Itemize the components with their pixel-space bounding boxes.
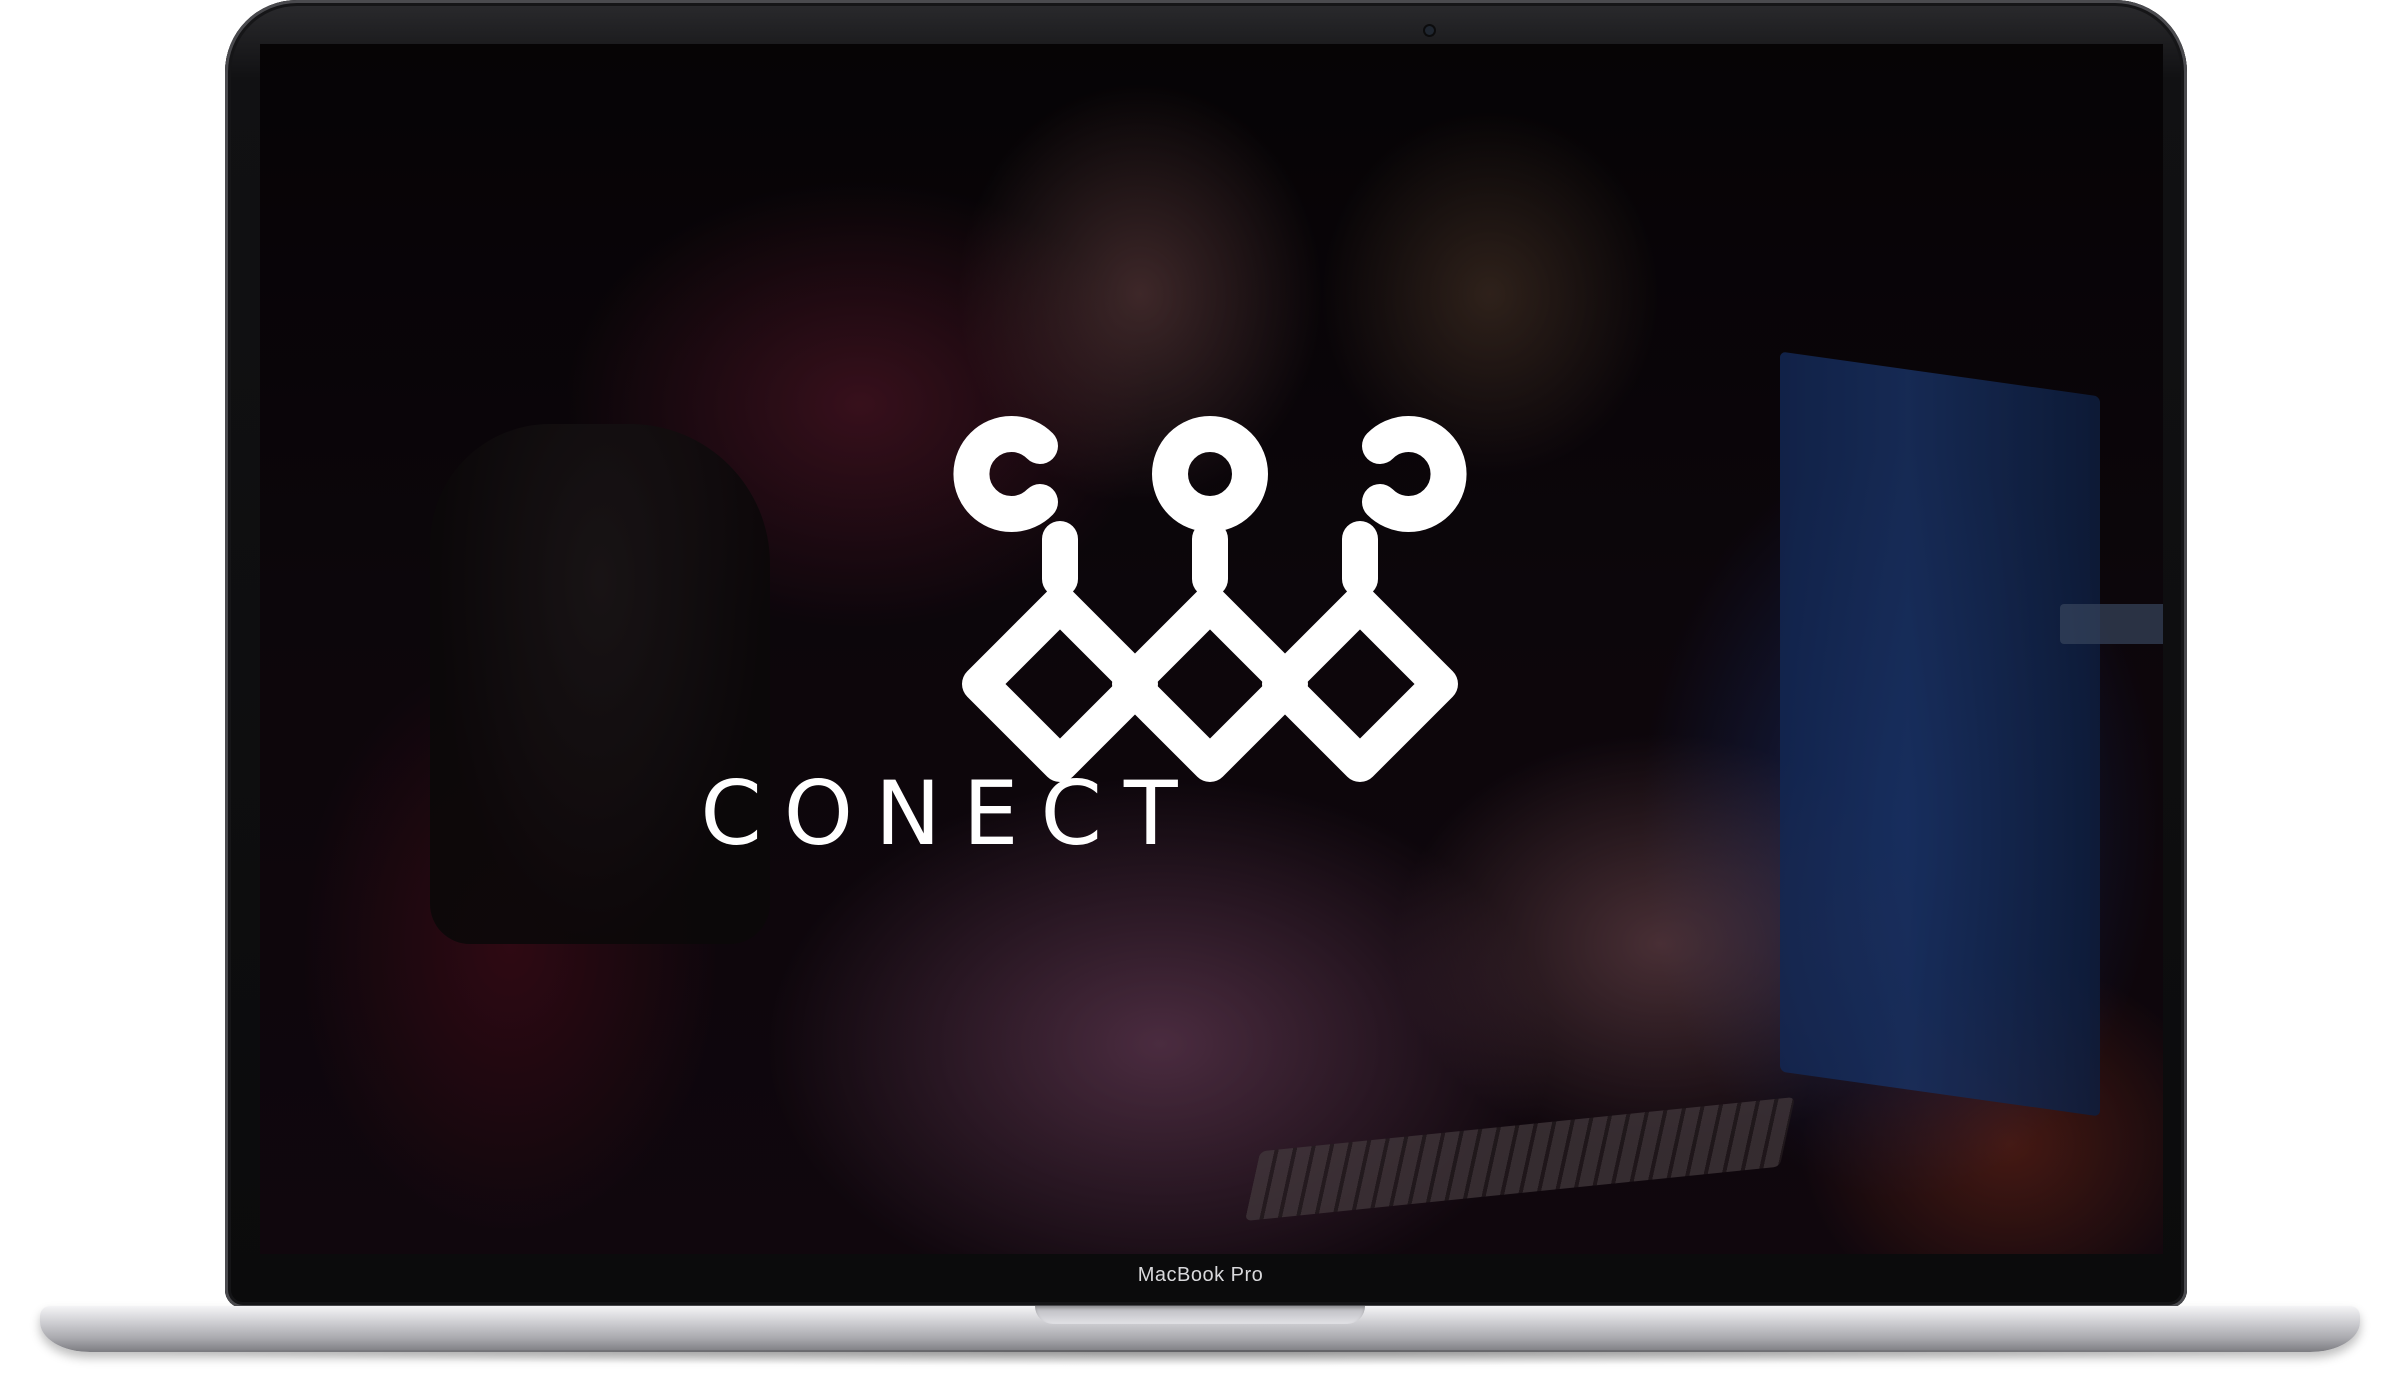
webcam-icon [1425,26,1434,35]
logo-o-top [1152,416,1268,532]
conect-logo-icon [953,416,1467,782]
logo-c-right [1362,416,1467,532]
model-label: MacBook Pro [1137,1264,1264,1286]
laptop-mockup: CONECT MacBook Pro [0,0,2401,1376]
logo-c-left [953,416,1058,532]
laptop-screen: CONECT [260,44,2163,1254]
logo-diamond-right [1262,586,1458,782]
base-shadow [80,1350,2320,1366]
lid-notch [1035,1306,1365,1324]
brand-name: CONECT [700,762,1200,865]
